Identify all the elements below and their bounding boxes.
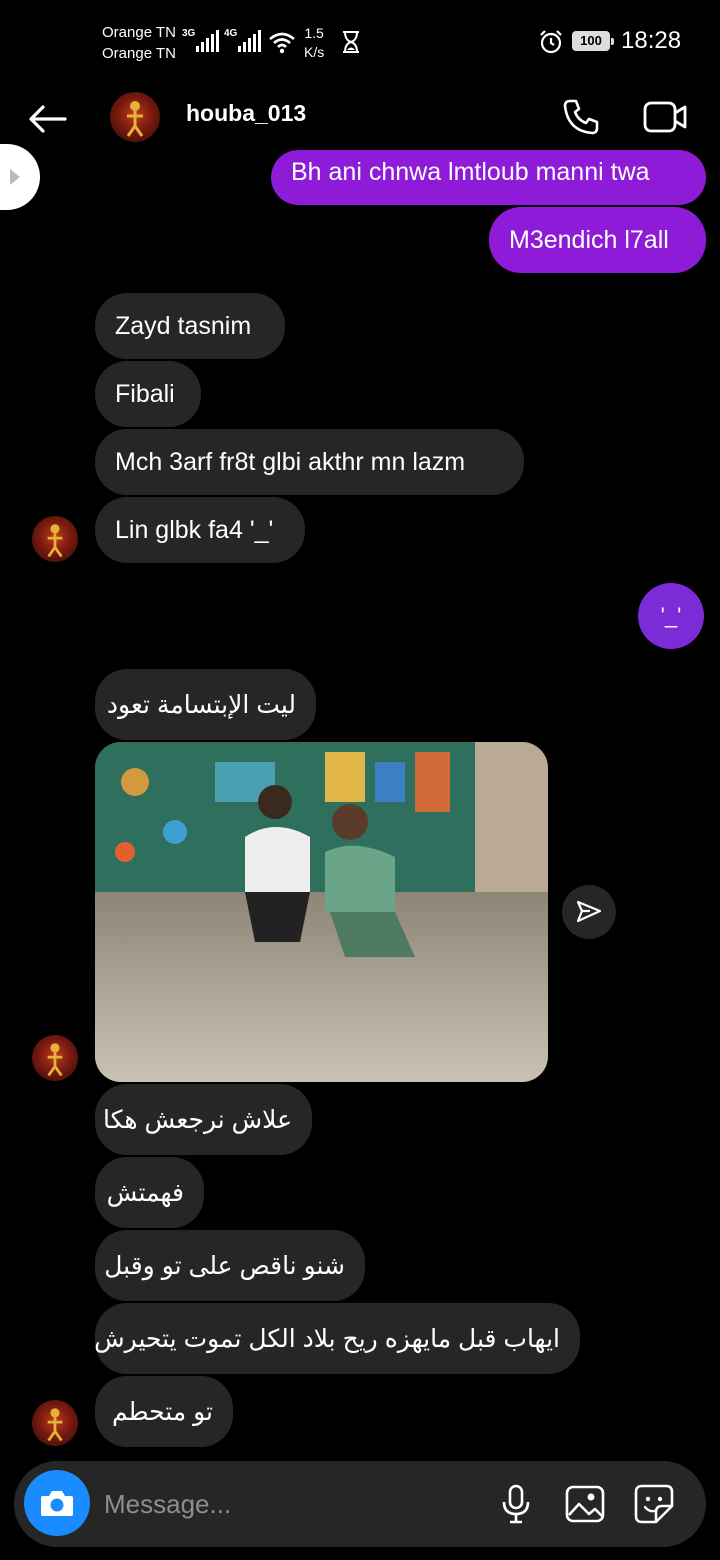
battery-icon: 100: [572, 31, 614, 51]
sender-avatar[interactable]: [32, 1400, 78, 1446]
sender-avatar[interactable]: [32, 1035, 78, 1081]
status-bar: Orange TN Orange TN 3G 4G 1.5 K/s 100 18…: [0, 0, 720, 84]
send-icon: [576, 900, 602, 923]
chat-header: houba_013: [0, 84, 720, 154]
microphone-icon: [502, 1484, 530, 1524]
message-bubble-incoming[interactable]: علاش نرجعش هكا: [95, 1084, 312, 1155]
message-text: Zayd tasnim: [115, 312, 252, 340]
message-text: Bh ani chnwa lmtloub manni twa: [291, 158, 650, 186]
back-button[interactable]: [24, 96, 70, 142]
carrier-1: Orange TN: [102, 24, 176, 41]
sticker-icon: [634, 1484, 674, 1524]
hourglass-icon: [343, 31, 359, 53]
message-bubble-incoming[interactable]: Lin glbk fa4 '_': [95, 497, 305, 563]
voice-message-button[interactable]: [494, 1482, 538, 1526]
video-call-button[interactable]: [640, 94, 690, 140]
message-text: علاش نرجعش هكا: [103, 1105, 292, 1134]
carrier-names: Orange TN Orange TN: [102, 22, 176, 64]
message-bubble-incoming[interactable]: فهمتش: [95, 1157, 204, 1228]
carrier-2: Orange TN: [102, 45, 176, 62]
network-type-1: 3G: [182, 28, 196, 39]
message-text: Lin glbk fa4 '_': [115, 516, 274, 544]
image-icon: [565, 1485, 605, 1523]
message-bubble-outgoing[interactable]: Bh ani chnwa lmtloub manni twa: [271, 150, 706, 205]
message-bubble-incoming[interactable]: Mch 3arf fr8t glbi akthr mn lazm: [95, 429, 524, 495]
message-text: شنو ناقص على تو وقبل: [104, 1251, 345, 1280]
avatar-figure-icon: [47, 1408, 63, 1442]
camera-button[interactable]: [24, 1470, 90, 1536]
message-text: تو متحطم: [111, 1397, 213, 1426]
avatar-figure-icon: [47, 1043, 63, 1077]
message-bubble-outgoing-emoticon[interactable]: '_': [638, 583, 704, 649]
message-bubble-incoming[interactable]: Fibali: [95, 361, 201, 427]
voice-call-button[interactable]: [558, 94, 604, 140]
message-bubble-incoming[interactable]: تو متحطم: [95, 1376, 233, 1447]
message-input[interactable]: [104, 1483, 484, 1525]
camera-icon: [41, 1491, 73, 1516]
sender-avatar[interactable]: [32, 516, 78, 562]
arrow-left-icon: [29, 105, 67, 133]
message-bubble-incoming[interactable]: ليت الإبتسامة تعود: [95, 669, 316, 740]
share-photo-button[interactable]: [562, 885, 616, 939]
message-text: ليت الإبتسامة تعود: [106, 690, 296, 719]
network-speed: 1.5 K/s: [304, 24, 324, 62]
clock-time: 18:28: [621, 27, 682, 54]
message-bubble-outgoing[interactable]: M3endich l7all: [489, 207, 706, 273]
message-text: ايهاب قبل مايهزه ريح بلاد الكل تموت يتحي…: [94, 1324, 560, 1353]
message-bubble-incoming[interactable]: شنو ناقص على تو وقبل: [95, 1230, 365, 1301]
avatar[interactable]: [110, 92, 160, 142]
shared-photo-image: [95, 742, 548, 1082]
phone-icon: [563, 99, 599, 135]
chat-username[interactable]: houba_013: [186, 100, 306, 127]
speed-unit: K/s: [304, 44, 325, 60]
gallery-button[interactable]: [563, 1482, 607, 1526]
message-text: M3endich l7all: [509, 226, 669, 254]
chevron-right-icon: [10, 169, 20, 185]
message-text: فهمتش: [106, 1178, 184, 1207]
alarm-icon: [540, 30, 562, 54]
speed-value: 1.5: [304, 25, 324, 41]
avatar-figure-icon: [47, 524, 63, 558]
message-composer: [14, 1461, 706, 1547]
video-camera-icon: [643, 101, 687, 133]
sticker-button[interactable]: [632, 1482, 676, 1526]
message-bubble-incoming[interactable]: ايهاب قبل مايهزه ريح بلاد الكل تموت يتحي…: [94, 1303, 580, 1374]
photo-message[interactable]: [95, 742, 548, 1082]
avatar-figure-icon: [126, 101, 144, 137]
network-type-2: 4G: [224, 28, 238, 39]
message-bubble-incoming[interactable]: Zayd tasnim: [95, 293, 285, 359]
message-text: '_': [660, 603, 682, 628]
message-text: Mch 3arf fr8t glbi akthr mn lazm: [115, 448, 466, 476]
wifi-icon: [269, 32, 295, 54]
message-text: Fibali: [115, 380, 175, 408]
